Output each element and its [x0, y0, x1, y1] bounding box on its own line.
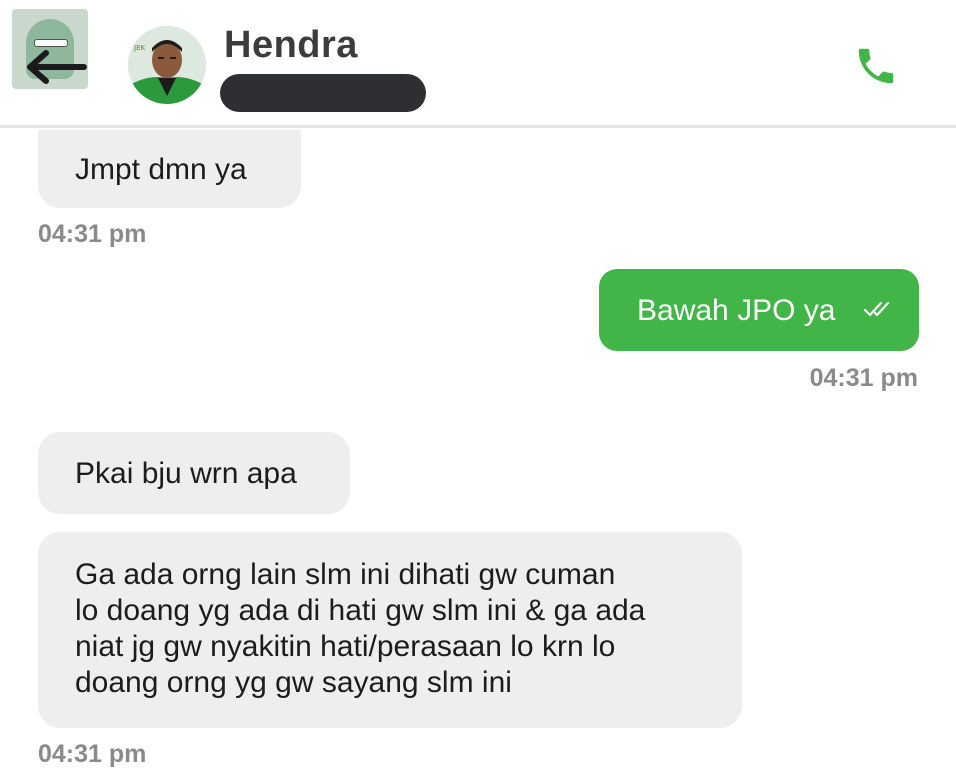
message-text: Bawah JPO ya [637, 294, 836, 327]
message-text-line: Ga ada orng lain slm ini dihati gw cuman [75, 558, 616, 591]
message-text: Pkai bju wrn apa [75, 457, 297, 490]
message-bubble-outgoing[interactable]: Bawah JPO ya [599, 269, 919, 351]
message-bubble-incoming[interactable]: Ga ada orng lain slm ini dihati gw cuman… [38, 532, 742, 728]
phone-icon [858, 48, 894, 84]
call-button[interactable] [846, 36, 906, 96]
sticker-eyes [34, 39, 68, 47]
back-arrow-icon [27, 50, 87, 84]
message-timestamp: 04:31 pm [809, 364, 918, 392]
chat-header: JEK Hendra [0, 0, 956, 128]
back-button[interactable] [12, 9, 88, 89]
avatar[interactable]: JEK [128, 26, 206, 104]
message-timestamp: 04:31 pm [38, 740, 147, 768]
redacted-phone-number [220, 74, 426, 112]
message-bubble-incoming[interactable]: Jmpt dmn ya [38, 130, 301, 208]
message-text: Jmpt dmn ya [75, 153, 247, 186]
svg-text:JEK: JEK [133, 44, 145, 52]
double-check-icon [863, 301, 890, 317]
message-text-line: niat jg gw nyakitin hati/perasaan lo krn… [75, 630, 616, 663]
driver-avatar-icon: JEK [128, 26, 206, 104]
message-timestamp: 04:31 pm [38, 220, 147, 248]
message-bubble-incoming[interactable]: Pkai bju wrn apa [38, 432, 350, 514]
contact-name: Hendra [224, 24, 358, 66]
message-text-line: doang orng yg gw sayang slm ini [75, 666, 512, 699]
message-text-line: lo doang yg ada di hati gw slm ini & ga … [75, 594, 646, 627]
